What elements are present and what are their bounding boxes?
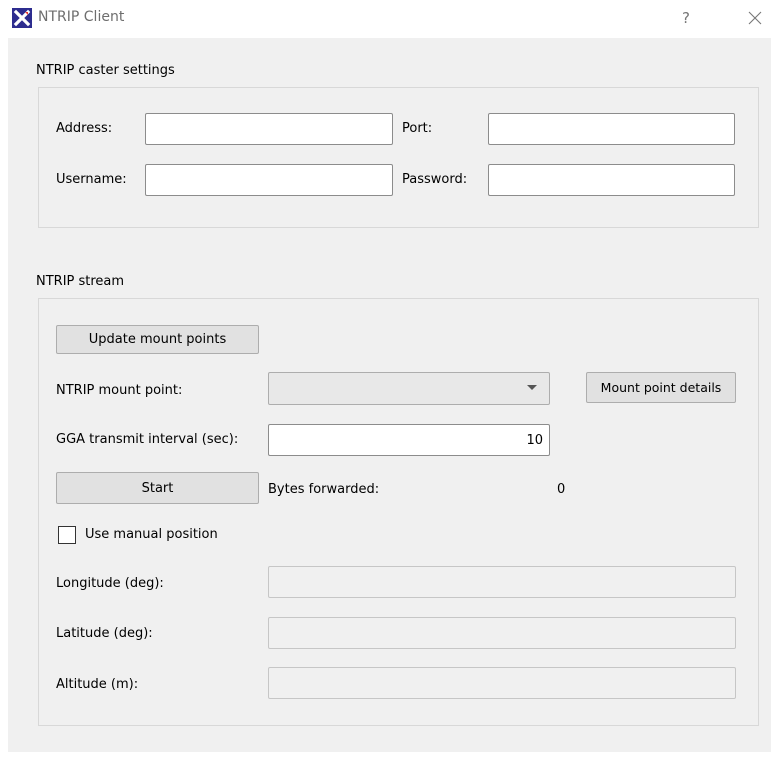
port-label: Port: bbox=[402, 121, 433, 136]
bytes-forwarded-value: 0 bbox=[557, 482, 566, 497]
password-input[interactable] bbox=[488, 164, 735, 196]
title-bar: NTRIP Client ? bbox=[0, 0, 779, 38]
username-input[interactable] bbox=[145, 164, 393, 196]
window-title: NTRIP Client bbox=[38, 9, 125, 25]
manual-position-checkbox[interactable] bbox=[58, 526, 76, 544]
caster-settings-group bbox=[38, 87, 759, 228]
gga-interval-label: GGA transmit interval (sec): bbox=[56, 432, 239, 447]
close-icon bbox=[748, 11, 762, 25]
start-button[interactable]: Start bbox=[56, 472, 259, 504]
address-label: Address: bbox=[56, 121, 113, 136]
address-input[interactable] bbox=[145, 113, 393, 145]
mount-point-label: NTRIP mount point: bbox=[56, 383, 183, 398]
mount-point-details-button[interactable]: Mount point details bbox=[586, 372, 736, 403]
chevron-down-icon bbox=[527, 385, 537, 390]
caster-settings-title: NTRIP caster settings bbox=[36, 63, 175, 78]
dialog-body: NTRIP caster settings Address: Port: Use… bbox=[8, 38, 771, 752]
longitude-label: Longitude (deg): bbox=[56, 576, 164, 591]
x-logo-icon bbox=[12, 8, 32, 28]
altitude-label: Altitude (m): bbox=[56, 677, 139, 692]
longitude-input[interactable] bbox=[268, 566, 736, 598]
stream-title: NTRIP stream bbox=[36, 274, 125, 289]
latitude-input[interactable] bbox=[268, 617, 736, 649]
manual-position-label[interactable]: Use manual position bbox=[85, 527, 218, 542]
help-button[interactable]: ? bbox=[672, 5, 700, 31]
bytes-forwarded-label: Bytes forwarded: bbox=[268, 482, 380, 497]
port-input[interactable] bbox=[488, 113, 735, 145]
close-button[interactable] bbox=[741, 5, 769, 31]
mount-point-dropdown[interactable] bbox=[268, 372, 550, 405]
stream-group bbox=[38, 298, 759, 726]
altitude-input[interactable] bbox=[268, 667, 736, 699]
password-label: Password: bbox=[402, 172, 468, 187]
latitude-label: Latitude (deg): bbox=[56, 626, 153, 641]
username-label: Username: bbox=[56, 172, 127, 187]
update-mount-points-button[interactable]: Update mount points bbox=[56, 325, 259, 354]
gga-interval-input[interactable] bbox=[268, 424, 550, 456]
